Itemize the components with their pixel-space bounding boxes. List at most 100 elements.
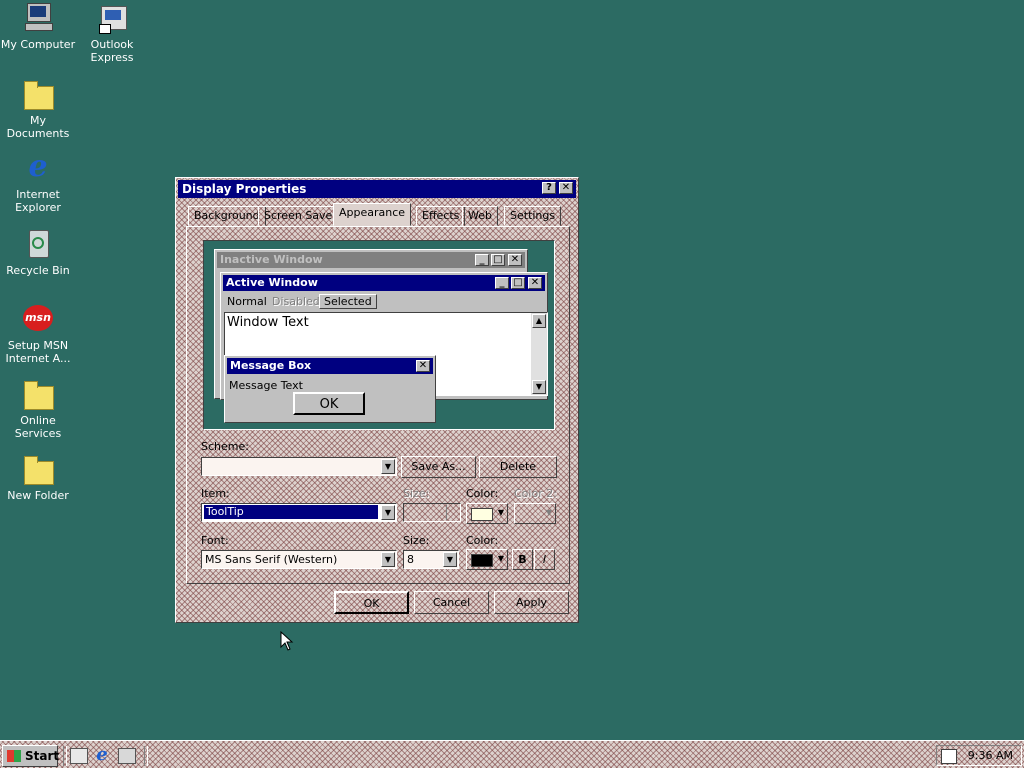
- clock[interactable]: 9:36 AM: [968, 749, 1013, 762]
- tab-web[interactable]: Web: [462, 206, 498, 226]
- internet-explorer-icon: e: [28, 149, 48, 184]
- desktop-icon-outlook-express[interactable]: Outlook Express: [74, 2, 150, 64]
- preview-msgbox-title: Message Box: [230, 359, 312, 372]
- appearance-panel: Inactive Window _ □ ✕ Active Window _ □ …: [186, 226, 570, 584]
- save-as-button[interactable]: Save As...: [401, 456, 476, 478]
- help-button[interactable]: ?: [542, 182, 556, 194]
- mouse-cursor-icon: [280, 630, 294, 651]
- quicklaunch-divider: [144, 746, 148, 766]
- scheme-label: Scheme:: [201, 440, 249, 453]
- tab-screen-saver[interactable]: Screen Saver: [258, 206, 343, 226]
- preview-menu-normal: Normal: [227, 295, 267, 308]
- close-icon: ✕: [528, 277, 542, 289]
- desktop-icon-label: My Documents: [6, 114, 70, 140]
- start-button[interactable]: Start: [2, 745, 59, 767]
- font-select[interactable]: MS Sans Serif (Western) ▼: [201, 550, 397, 569]
- item-size-spinner[interactable]: [403, 503, 461, 522]
- desktop-icon-label: New Folder: [7, 489, 69, 502]
- outlook-express-icon: [95, 2, 129, 36]
- computer-icon: [21, 2, 55, 36]
- spinner-arrows-icon: [446, 505, 459, 520]
- tab-effects[interactable]: Effects: [416, 206, 466, 226]
- preview-active-title: Active Window: [226, 276, 318, 289]
- desktop-icon-recycle-bin[interactable]: Recycle Bin: [0, 228, 76, 277]
- chevron-down-icon: ▼: [443, 552, 457, 567]
- preview-menu-selected: Selected: [319, 294, 377, 309]
- help-icon: ?: [546, 182, 552, 193]
- folder-icon: [21, 78, 55, 112]
- color-swatch: [471, 554, 493, 567]
- item-size-label: Size:: [403, 487, 430, 500]
- folder-icon: [21, 378, 55, 412]
- item-color2-label: Color 2:: [514, 487, 557, 500]
- preview-msgbox-ok: OK: [293, 392, 365, 415]
- desktop-icon-label: My Computer: [0, 38, 76, 51]
- recycle-bin-icon: [21, 228, 55, 262]
- folder-icon: [21, 453, 55, 487]
- desktop-icon-setup-msn[interactable]: msn Setup MSN Internet A...: [0, 303, 76, 365]
- desktop-icon-label: Internet Explorer: [15, 188, 61, 214]
- desktop-icon-my-computer[interactable]: My Computer: [0, 2, 76, 51]
- font-label: Font:: [201, 534, 229, 547]
- appearance-preview[interactable]: Inactive Window _ □ ✕ Active Window _ □ …: [203, 240, 555, 430]
- preview-menu-disabled: Disabled: [272, 295, 320, 308]
- outlook-express-icon[interactable]: [118, 748, 136, 764]
- desktop-icon-label: Setup MSN Internet A...: [5, 339, 71, 365]
- minimize-icon: _: [495, 277, 509, 289]
- tab-settings[interactable]: Settings: [504, 206, 562, 226]
- font-color-label: Color:: [466, 534, 499, 547]
- msn-icon: msn: [21, 303, 55, 337]
- taskbar: Start e 9:36 AM: [0, 740, 1024, 768]
- ok-button[interactable]: OK: [334, 591, 409, 614]
- close-button[interactable]: ✕: [559, 182, 573, 194]
- chevron-down-icon: ▼: [497, 554, 504, 563]
- font-size-select[interactable]: 8 ▼: [403, 550, 459, 569]
- font-color-picker[interactable]: ▼: [466, 549, 508, 570]
- cancel-button[interactable]: Cancel: [414, 591, 489, 614]
- italic-button[interactable]: I: [534, 549, 555, 570]
- dialog-title-bar[interactable]: Display Properties ? ✕: [178, 180, 576, 198]
- chevron-down-icon: ▼: [381, 505, 395, 520]
- quicklaunch-divider: [63, 746, 67, 766]
- preview-message-box: Message Box ✕ Message Text OK: [224, 355, 436, 423]
- desktop-icon-online-services[interactable]: Online Services: [0, 378, 76, 440]
- preview-inactive-title: Inactive Window: [220, 253, 323, 266]
- dialog-title: Display Properties: [182, 182, 307, 196]
- item-label: Item:: [201, 487, 230, 500]
- close-icon: ✕: [416, 360, 430, 372]
- item-color-picker[interactable]: ▼: [466, 503, 508, 524]
- scheme-select[interactable]: ▼: [201, 457, 397, 476]
- item-select[interactable]: ToolTip ▼: [201, 503, 397, 522]
- scroll-down-icon: ▼: [532, 380, 546, 394]
- preview-scrollbar: ▲ ▼: [531, 313, 547, 395]
- font-size-label: Size:: [403, 534, 430, 547]
- delete-button[interactable]: Delete: [479, 456, 557, 478]
- chevron-down-icon: ▼: [497, 508, 504, 517]
- apply-button[interactable]: Apply: [494, 591, 569, 614]
- color-swatch: [471, 508, 493, 521]
- bold-button[interactable]: B: [512, 549, 533, 570]
- preview-msgbox-text: Message Text: [229, 379, 303, 392]
- desktop-icon-internet-explorer[interactable]: e Internet Explorer: [0, 149, 76, 215]
- close-icon: ✕: [561, 182, 571, 193]
- desktop-icon-my-documents[interactable]: My Documents: [0, 78, 76, 140]
- system-tray: 9:36 AM: [936, 745, 1022, 766]
- minimize-icon: _: [475, 254, 489, 266]
- internet-explorer-icon[interactable]: e: [93, 745, 111, 765]
- show-desktop-icon[interactable]: [70, 748, 88, 764]
- display-properties-dialog: Display Properties ? ✕ Background Screen…: [175, 177, 579, 623]
- preview-window-text: Window Text: [227, 315, 309, 330]
- close-icon: ✕: [508, 254, 522, 266]
- scheduler-icon[interactable]: [941, 749, 957, 764]
- maximize-icon: □: [491, 254, 505, 266]
- tab-strip: Background Screen Saver Appearance Effec…: [188, 203, 562, 226]
- chevron-down-icon: ▼: [381, 459, 395, 474]
- desktop-icon-label: Outlook Express: [90, 38, 134, 64]
- desktop-icon-label: Online Services: [14, 414, 62, 440]
- tab-background[interactable]: Background: [188, 206, 266, 226]
- item-color2-picker[interactable]: ▼: [514, 503, 556, 524]
- maximize-icon: □: [511, 277, 525, 289]
- desktop-icon-new-folder[interactable]: New Folder: [0, 453, 76, 502]
- tab-appearance[interactable]: Appearance: [333, 203, 412, 226]
- scroll-up-icon: ▲: [532, 314, 546, 328]
